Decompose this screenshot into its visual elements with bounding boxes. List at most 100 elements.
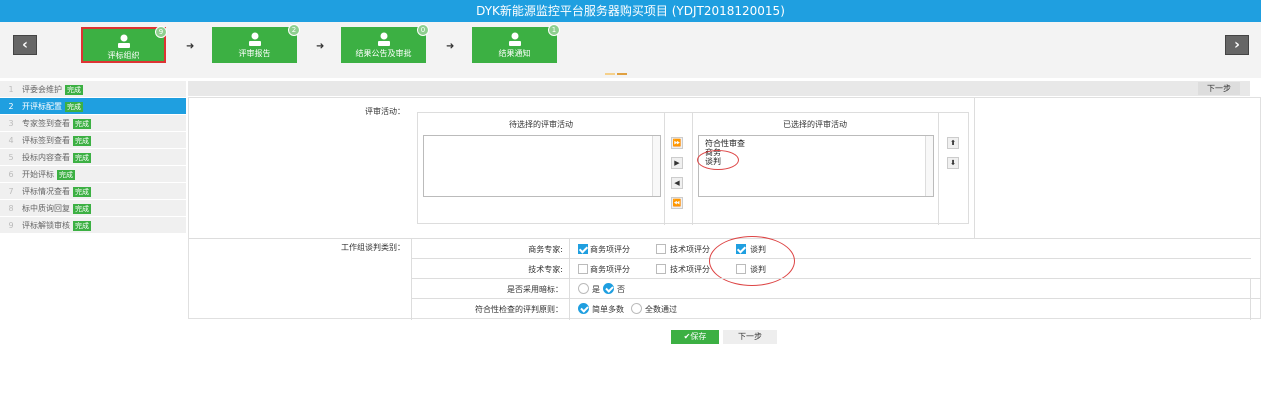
divider (411, 298, 1261, 299)
user-icon (377, 32, 390, 46)
config-form: 评审活动： 待选择的评审活动 已选择的评审活动 ⏩ ▶ ◀ ⏪ 符合性审查 商务… (188, 97, 1261, 320)
option-label: 商务项评分 (590, 265, 630, 274)
tech-score-checkbox[interactable] (656, 264, 666, 274)
available-head: 待选择的评审活动 (509, 120, 573, 129)
business-expert-label: 商务专家: (528, 245, 563, 254)
available-list[interactable] (423, 135, 661, 197)
item-number: 5 (8, 153, 14, 162)
status-badge: 完成 (73, 153, 91, 163)
step-bar: ‹ 评标组织 9 ➜ 评审报告 2 ➜ 结果公告及审批 0 ➜ 结果通知 1 › (0, 22, 1261, 78)
chevron-right-icon[interactable]: › (1225, 35, 1249, 55)
status-badge: 完成 (73, 187, 91, 197)
sidebar-item-eval-signin[interactable]: 4 评标签到查看 完成 (0, 132, 186, 149)
user-icon (508, 32, 521, 46)
sidebar: 1 评委会维护 完成 2 开评标配置 完成 3 专家签到查看 完成 4 评标签到查看 完成 5投… (0, 81, 186, 234)
status-badge: 完成 (65, 85, 83, 95)
item-number: 8 (8, 204, 14, 213)
sidebar-item-eval-status[interactable]: 7 评标情况查看 完成 (0, 183, 186, 200)
step-result-announcement[interactable]: 结果公告及审批 0 (341, 24, 429, 63)
content-toolbar: 下一步 (188, 81, 1250, 96)
sidebar-item-inquiry-reply[interactable]: 8 标中质询回复 完成 (0, 200, 186, 217)
step-label: 评审报告 (238, 49, 271, 58)
divider (692, 113, 693, 225)
divider (1250, 278, 1251, 320)
save-button[interactable]: ✔保存 (671, 330, 719, 344)
item-number: 4 (8, 136, 14, 145)
window-title: DYK新能源监控平台服务器购买项目 (YDJT2018120015) (0, 0, 1261, 22)
sidebar-item-bid-content[interactable]: 5 投标内容查看 完成 (0, 149, 186, 166)
next-step-button[interactable]: 下一步 (723, 330, 777, 344)
selected-head: 已选择的评审活动 (783, 120, 847, 129)
arrow-right-icon: ➜ (316, 41, 325, 52)
radio-unanimous[interactable] (631, 303, 642, 314)
divider (189, 238, 1261, 239)
item-label: 开始评标 (22, 170, 54, 179)
step-badge: 2 (288, 24, 300, 36)
arrow-right-icon: ➜ (446, 41, 455, 52)
sidebar-item-expert-signin[interactable]: 3 专家签到查看 完成 (0, 115, 186, 132)
scrollbar[interactable] (925, 136, 933, 196)
business-score-checkbox[interactable] (578, 264, 588, 274)
move-up-icon[interactable]: ⬆ (947, 137, 959, 149)
step-badge: 9 (155, 26, 167, 38)
item-number: 9 (8, 221, 14, 230)
item-label: 标中质询回复 (22, 204, 70, 213)
carousel-indicator[interactable] (605, 68, 629, 75)
list-item[interactable]: 符合性审查 (699, 139, 933, 148)
radio-yes[interactable] (578, 283, 589, 294)
rule-label: 符合性检查的评判原则： (475, 305, 563, 314)
step-evaluation-org[interactable]: 评标组织 9 (81, 26, 167, 63)
option-label: 技术项评分 (670, 265, 710, 274)
item-number: 3 (8, 119, 14, 128)
status-badge: 完成 (65, 102, 83, 112)
radio-no[interactable] (603, 283, 614, 294)
user-icon (117, 34, 130, 48)
move-right-icon[interactable]: ▶ (671, 157, 683, 169)
move-all-right-icon[interactable]: ⏩ (671, 137, 683, 149)
radio-majority[interactable] (578, 303, 589, 314)
option-label: 否 (617, 285, 625, 294)
option-label: 全数通过 (645, 305, 677, 314)
step-review-report[interactable]: 评审报告 2 (212, 24, 300, 63)
item-number: 7 (8, 187, 14, 196)
move-down-icon[interactable]: ⬇ (947, 157, 959, 169)
scrollbar[interactable] (652, 136, 660, 196)
secret-bid-label: 是否采用暗标： (507, 285, 563, 294)
move-left-icon[interactable]: ◀ (671, 177, 683, 189)
business-score-checkbox[interactable] (578, 244, 588, 254)
option-label: 技术项评分 (670, 245, 710, 254)
tech-score-checkbox[interactable] (656, 244, 666, 254)
sidebar-item-committee[interactable]: 1 评委会维护 完成 (0, 81, 186, 98)
sidebar-item-start-eval[interactable]: 6 开始评标 完成 (0, 166, 186, 183)
next-step-button[interactable]: 下一步 (1198, 82, 1240, 95)
step-result-notice[interactable]: 结果通知 1 (472, 24, 560, 63)
chevron-left-icon[interactable]: ‹ (13, 35, 37, 55)
status-badge: 完成 (57, 170, 75, 180)
item-number: 1 (8, 85, 14, 94)
activity-transfer-panel: 待选择的评审活动 已选择的评审活动 ⏩ ▶ ◀ ⏪ 符合性审查 商务 谈判 ⬆ … (417, 112, 969, 225)
step-label: 结果公告及审批 (355, 49, 412, 58)
divider (569, 238, 570, 320)
step-badge: 0 (417, 24, 429, 36)
option-label: 商务项评分 (590, 245, 630, 254)
sidebar-item-unlock-review[interactable]: 9 评标解锁审核 完成 (0, 217, 186, 234)
group-label: 工作组谈判类别： (341, 243, 405, 252)
move-all-left-icon[interactable]: ⏪ (671, 197, 683, 209)
sidebar-item-config[interactable]: 2 开评标配置 完成 (0, 98, 186, 115)
item-label: 专家签到查看 (22, 119, 70, 128)
option-label: 简单多数 (592, 305, 624, 314)
step-label: 评标组织 (107, 51, 140, 60)
item-label: 开评标配置 (22, 102, 62, 111)
arrow-right-icon: ➜ (186, 41, 195, 52)
divider (664, 113, 665, 225)
step-label: 结果通知 (498, 49, 531, 58)
divider (411, 258, 1251, 259)
divider (411, 238, 412, 320)
activity-label: 评审活动： (365, 107, 405, 116)
divider (411, 278, 1261, 279)
user-icon (248, 32, 261, 46)
item-label: 投标内容查看 (22, 153, 70, 162)
item-label: 评标情况查看 (22, 187, 70, 196)
status-badge: 完成 (73, 221, 91, 231)
step-badge: 1 (548, 24, 560, 36)
